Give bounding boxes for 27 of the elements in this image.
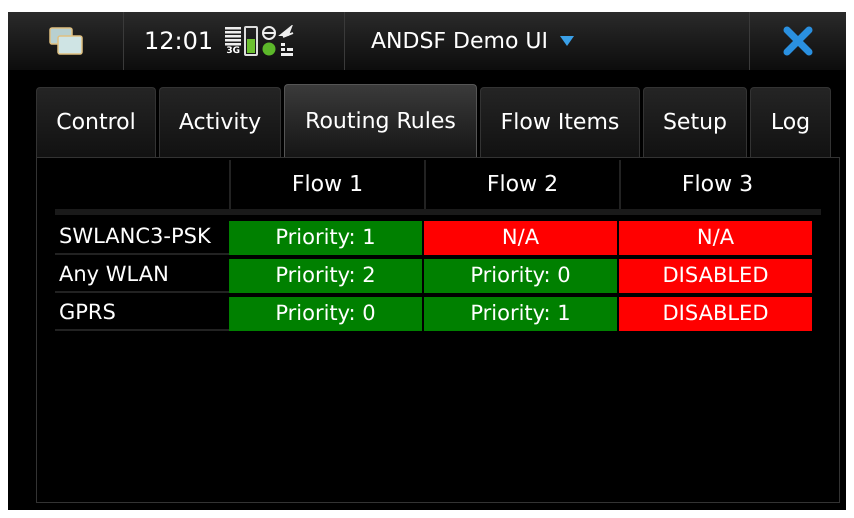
title-menu[interactable]: ANDSF Demo UI <box>345 12 750 70</box>
tab[interactable]: Flow Items <box>480 87 640 157</box>
status-icons <box>261 25 296 57</box>
network-type: 3G <box>226 46 240 56</box>
table-cell: Priority: 2 <box>229 259 422 293</box>
tab[interactable]: Log <box>750 87 831 157</box>
tab[interactable]: Routing Rules <box>284 84 477 157</box>
tab[interactable]: Setup <box>643 87 747 157</box>
table-cell: Priority: 1 <box>424 297 617 331</box>
table-cell: Priority: 1 <box>229 221 422 255</box>
windows-icon <box>48 26 84 56</box>
column-header: Flow 3 <box>619 160 814 209</box>
clock: 12:01 <box>144 26 214 57</box>
signal-icon <box>225 26 242 46</box>
table-cell: N/A <box>424 221 617 255</box>
table-cell: DISABLED <box>619 259 812 293</box>
column-header: Flow 1 <box>229 160 424 209</box>
table-cell: N/A <box>619 221 812 255</box>
battery-icon <box>244 26 258 56</box>
table-cell: Priority: 0 <box>424 259 617 293</box>
tab[interactable]: Activity <box>159 87 281 157</box>
table-cell: DISABLED <box>619 297 812 331</box>
tab[interactable]: Control <box>36 87 156 157</box>
table-cell: Priority: 0 <box>229 297 422 331</box>
dropdown-icon <box>560 36 574 46</box>
column-header: Flow 2 <box>424 160 619 209</box>
close-icon <box>783 26 813 56</box>
